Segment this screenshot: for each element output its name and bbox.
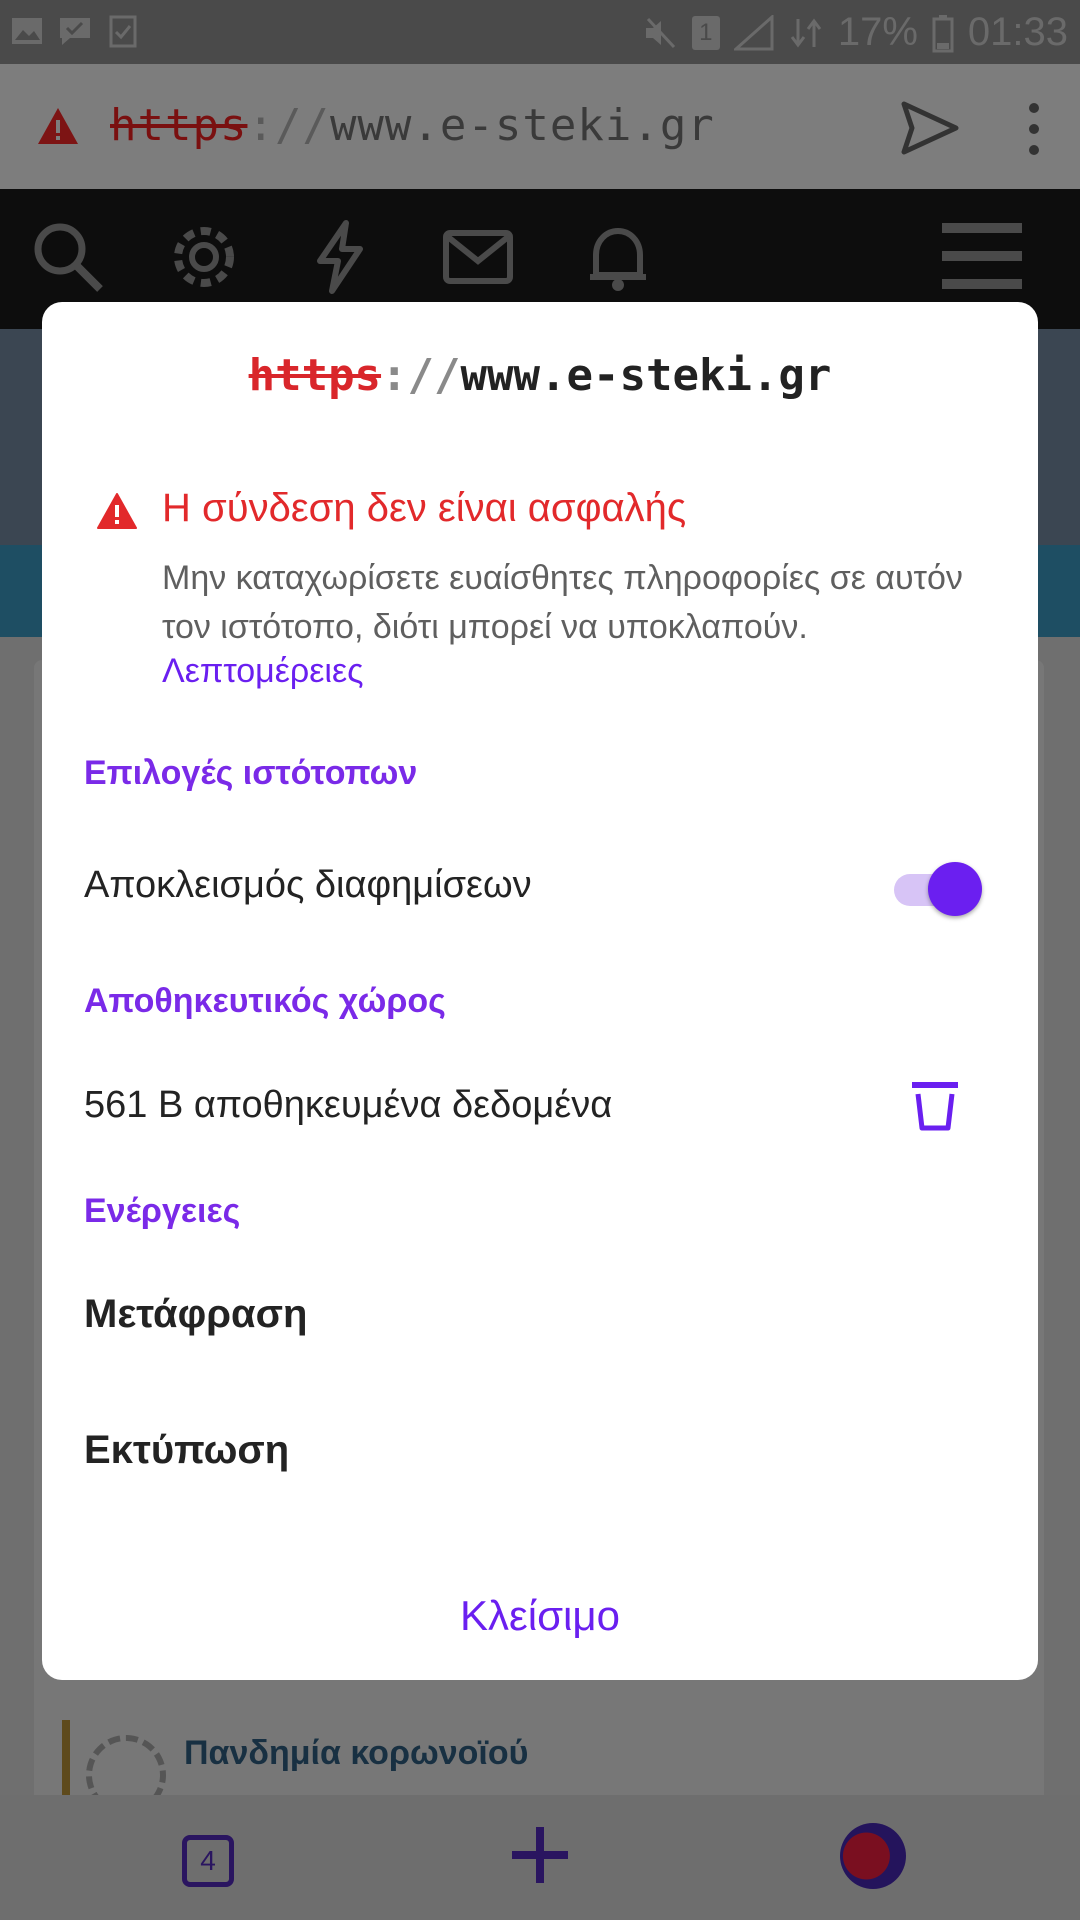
ad-block-label: Αποκλεισμός διαφημίσεων <box>84 864 532 906</box>
message-notification-icon <box>60 18 90 45</box>
toggle-thumb <box>928 862 982 916</box>
warning-description: Μην καταχωρίσετε ευαίσθητες πληροφορίες … <box>162 559 963 646</box>
clock: 01:33 <box>967 10 1068 54</box>
forum-item-marker <box>62 1720 70 1800</box>
signal-icon <box>733 14 774 50</box>
ad-block-toggle[interactable] <box>890 860 982 918</box>
warning-title: Η σύνδεση δεν είναι ασφαλής <box>162 486 687 530</box>
search-icon[interactable] <box>30 219 106 295</box>
opera-menu-icon[interactable] <box>840 1823 906 1889</box>
stored-data-label: 561 B αποθηκευμένα δεδομένα <box>84 1084 613 1126</box>
translate-action[interactable]: Μετάφραση <box>84 1292 307 1337</box>
site-options-heading: Επιλογές ιστότοπων <box>84 754 418 792</box>
bell-icon[interactable] <box>580 219 656 295</box>
tabs-button[interactable]: 4 <box>182 1835 234 1887</box>
address-bar[interactable]: https://www.e-steki.gr <box>0 64 1080 189</box>
task-notification-icon <box>109 15 137 48</box>
battery-icon <box>932 14 954 52</box>
image-notification-icon <box>12 18 42 44</box>
dialog-url: https://www.e-steki.gr <box>248 350 832 401</box>
new-tab-plus-icon[interactable] <box>508 1823 572 1887</box>
gear-icon[interactable] <box>166 219 242 295</box>
warning-icon <box>97 493 137 529</box>
details-link[interactable]: Λεπτομέρειες <box>162 652 364 691</box>
sim-slot-badge: 1 <box>691 15 720 50</box>
hamburger-menu-icon[interactable] <box>940 219 1024 295</box>
url-text[interactable]: https://www.e-steki.gr <box>110 100 715 151</box>
browser-bottom-bar: 4 <box>0 1795 1080 1920</box>
status-bar: 1 17% 01:33 <box>0 0 1080 64</box>
battery-percent: 17% <box>837 10 918 54</box>
more-options-icon[interactable] <box>1020 102 1048 156</box>
storage-heading: Αποθηκευτικός χώρος <box>84 982 446 1020</box>
mute-icon <box>645 17 675 48</box>
site-info-dialog: https://www.e-steki.gr Η σύνδεση δεν είν… <box>42 302 1038 1680</box>
print-action[interactable]: Εκτύπωση <box>84 1428 289 1473</box>
actions-heading: Ενέργειες <box>84 1192 241 1230</box>
insecure-warning-icon[interactable] <box>36 106 80 146</box>
close-button[interactable]: Κλείσιμο <box>42 1592 1038 1640</box>
mail-icon[interactable] <box>440 219 516 295</box>
trash-icon[interactable] <box>910 1080 960 1132</box>
lightning-icon[interactable] <box>302 219 378 295</box>
forum-item-title[interactable]: Πανδημία κορωνοϊού <box>184 1734 528 1773</box>
mobile-data-icon <box>790 18 822 47</box>
send-icon[interactable] <box>900 100 960 156</box>
